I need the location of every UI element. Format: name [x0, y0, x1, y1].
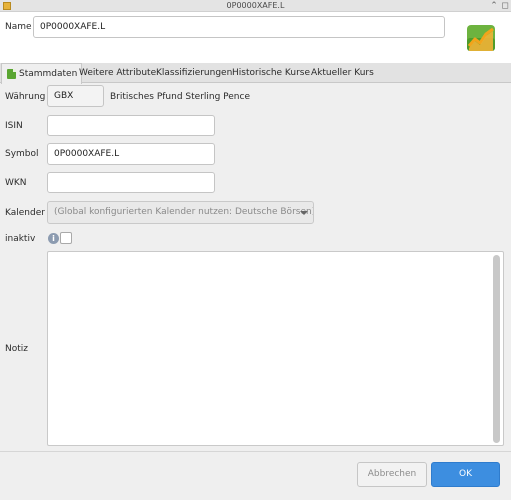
- tab-historische-kurse[interactable]: Historische Kurse: [232, 63, 310, 83]
- info-icon: i: [48, 233, 59, 244]
- minimize-button[interactable]: ⌃: [489, 0, 499, 12]
- isin-input[interactable]: [47, 115, 215, 136]
- notes-label: Notiz: [5, 344, 28, 354]
- tab-label: Historische Kurse: [232, 68, 311, 78]
- chevron-down-icon: [300, 211, 308, 215]
- title-bar: 0P0000XAFE.L ⌃ ◻: [0, 0, 511, 12]
- portfolio-chart-logo: [467, 25, 495, 51]
- inactive-checkbox[interactable]: [60, 232, 72, 244]
- currency-code-field[interactable]: GBX: [47, 85, 104, 107]
- notes-textarea[interactable]: [47, 251, 504, 446]
- tab-label: Klassifizierungen: [156, 68, 233, 78]
- window-title: 0P0000XAFE.L: [226, 1, 285, 10]
- tab-label: Weitere Attribute: [79, 68, 157, 78]
- tab-bar: Stammdaten Weitere Attribute Klassifizie…: [0, 63, 511, 84]
- tab-weitere-attribute[interactable]: Weitere Attribute: [79, 63, 156, 83]
- name-label: Name: [5, 22, 32, 32]
- tab-label: Stammdaten: [19, 69, 78, 79]
- symbol-label: Symbol: [5, 149, 39, 159]
- inactive-label: inaktiv: [5, 234, 36, 244]
- footer-divider: [0, 451, 511, 452]
- cancel-button[interactable]: Abbrechen: [357, 462, 427, 487]
- name-input[interactable]: 0P0000XAFE.L: [33, 16, 445, 38]
- page-icon: [7, 69, 16, 79]
- tab-klassifizierungen[interactable]: Klassifizierungen: [156, 63, 232, 83]
- wkn-label: WKN: [5, 178, 27, 188]
- symbol-input[interactable]: 0P0000XAFE.L: [47, 143, 215, 165]
- calendar-select[interactable]: (Global konfigurierten Kalender nutzen: …: [47, 201, 314, 224]
- wkn-input[interactable]: [47, 172, 215, 193]
- tab-stammdaten[interactable]: Stammdaten: [1, 63, 83, 84]
- notes-scrollbar[interactable]: [493, 255, 500, 443]
- maximize-button[interactable]: ◻: [500, 0, 510, 12]
- calendar-value: (Global konfigurierten Kalender nutzen: …: [54, 207, 314, 217]
- isin-label: ISIN: [5, 121, 23, 131]
- currency-label: Währung: [5, 92, 46, 102]
- tab-label: Aktueller Kurs: [311, 68, 374, 78]
- tab-aktueller-kurs[interactable]: Aktueller Kurs: [311, 63, 374, 83]
- calendar-label: Kalender: [5, 208, 45, 218]
- ok-button[interactable]: OK: [431, 462, 500, 487]
- currency-name: Britisches Pfund Sterling Pence: [110, 92, 251, 102]
